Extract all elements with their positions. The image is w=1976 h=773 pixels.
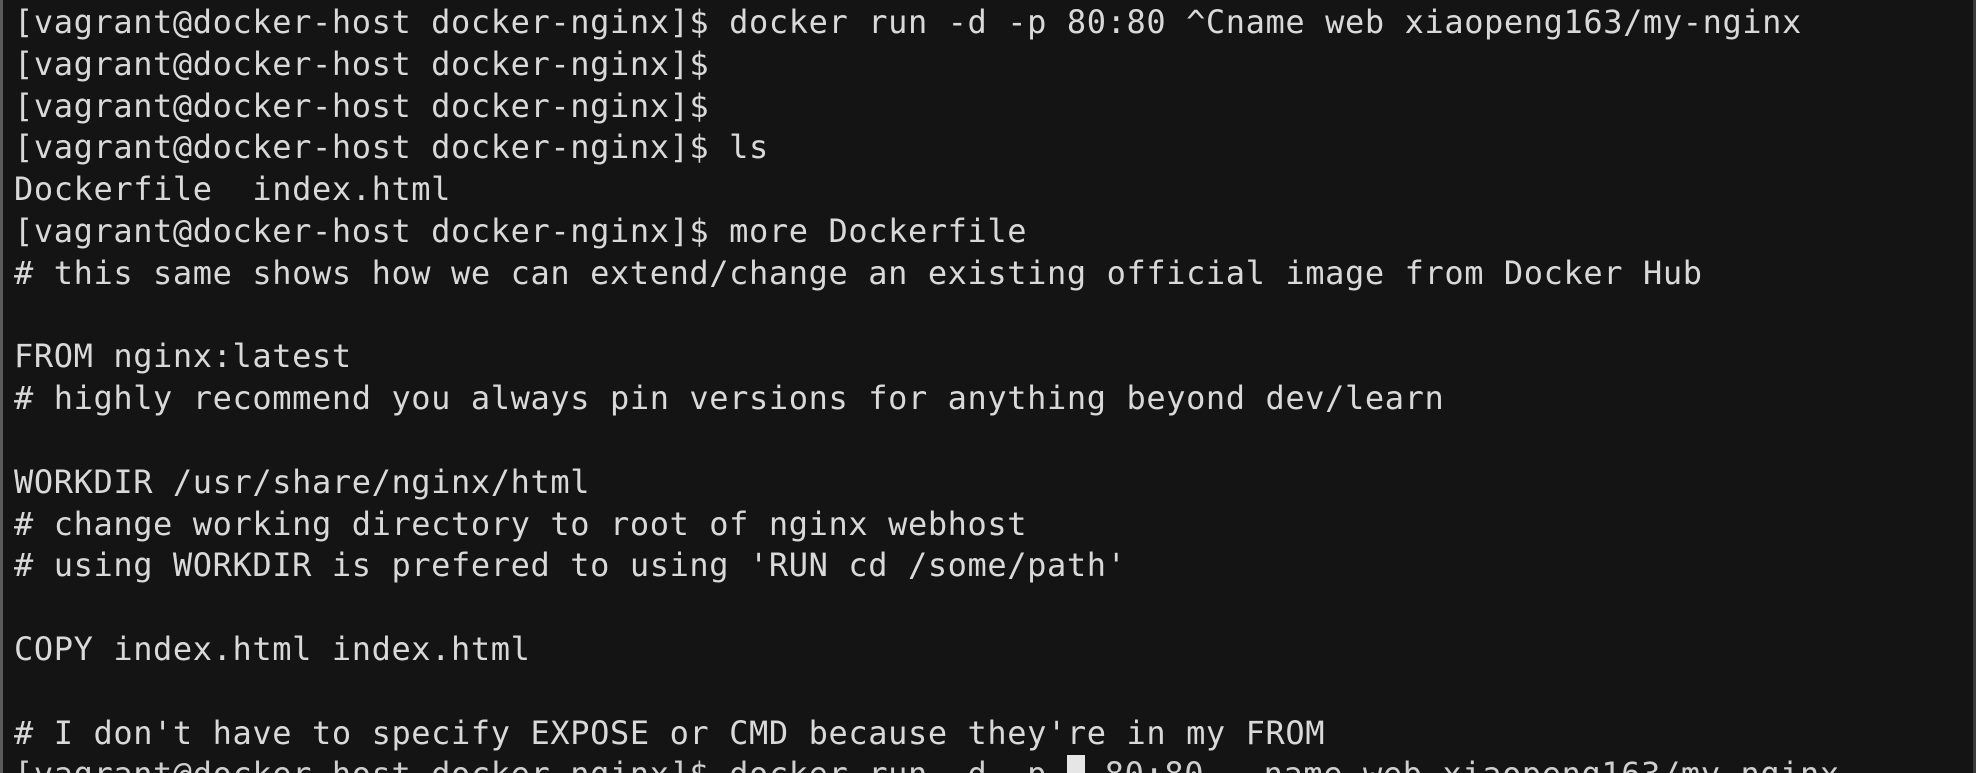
terminal-line: # using WORKDIR is prefered to using 'RU… — [14, 546, 1127, 585]
terminal-line: # this same shows how we can extend/chan… — [14, 253, 1703, 292]
window-left-border — [0, 0, 3, 773]
terminal-line: [vagrant@docker-host docker-nginx]$ — [14, 44, 710, 83]
terminal-output[interactable]: [vagrant@docker-host docker-nginx]$ dock… — [14, 2, 1966, 773]
terminal-window[interactable]: [vagrant@docker-host docker-nginx]$ dock… — [0, 0, 1976, 773]
terminal-line: [vagrant@docker-host docker-nginx]$ more… — [14, 211, 1028, 250]
terminal-line: [vagrant@docker-host docker-nginx]$ ls — [14, 128, 769, 167]
terminal-line: COPY index.html index.html — [14, 629, 531, 668]
terminal-line: WORKDIR /usr/share/nginx/html — [14, 462, 591, 501]
terminal-line: # highly recommend you always pin versio… — [14, 379, 1445, 418]
input-before-cursor: [vagrant@docker-host docker-nginx]$ dock… — [14, 755, 1067, 773]
terminal-line: Dockerfile index.html — [14, 170, 452, 209]
text-cursor — [1066, 755, 1085, 773]
terminal-line: FROM nginx:latest — [14, 337, 352, 376]
terminal-line: [vagrant@docker-host docker-nginx]$ — [14, 86, 710, 125]
terminal-input-line[interactable]: [vagrant@docker-host docker-nginx]$ dock… — [14, 754, 1966, 773]
terminal-line: [vagrant@docker-host docker-nginx]$ dock… — [14, 3, 1802, 41]
input-after-cursor: 80:80 --name web xiaopeng163/my-nginx — [1085, 755, 1840, 773]
terminal-line: # change working directory to root of ng… — [14, 504, 1028, 543]
terminal-line: # I don't have to specify EXPOSE or CMD … — [14, 713, 1326, 752]
